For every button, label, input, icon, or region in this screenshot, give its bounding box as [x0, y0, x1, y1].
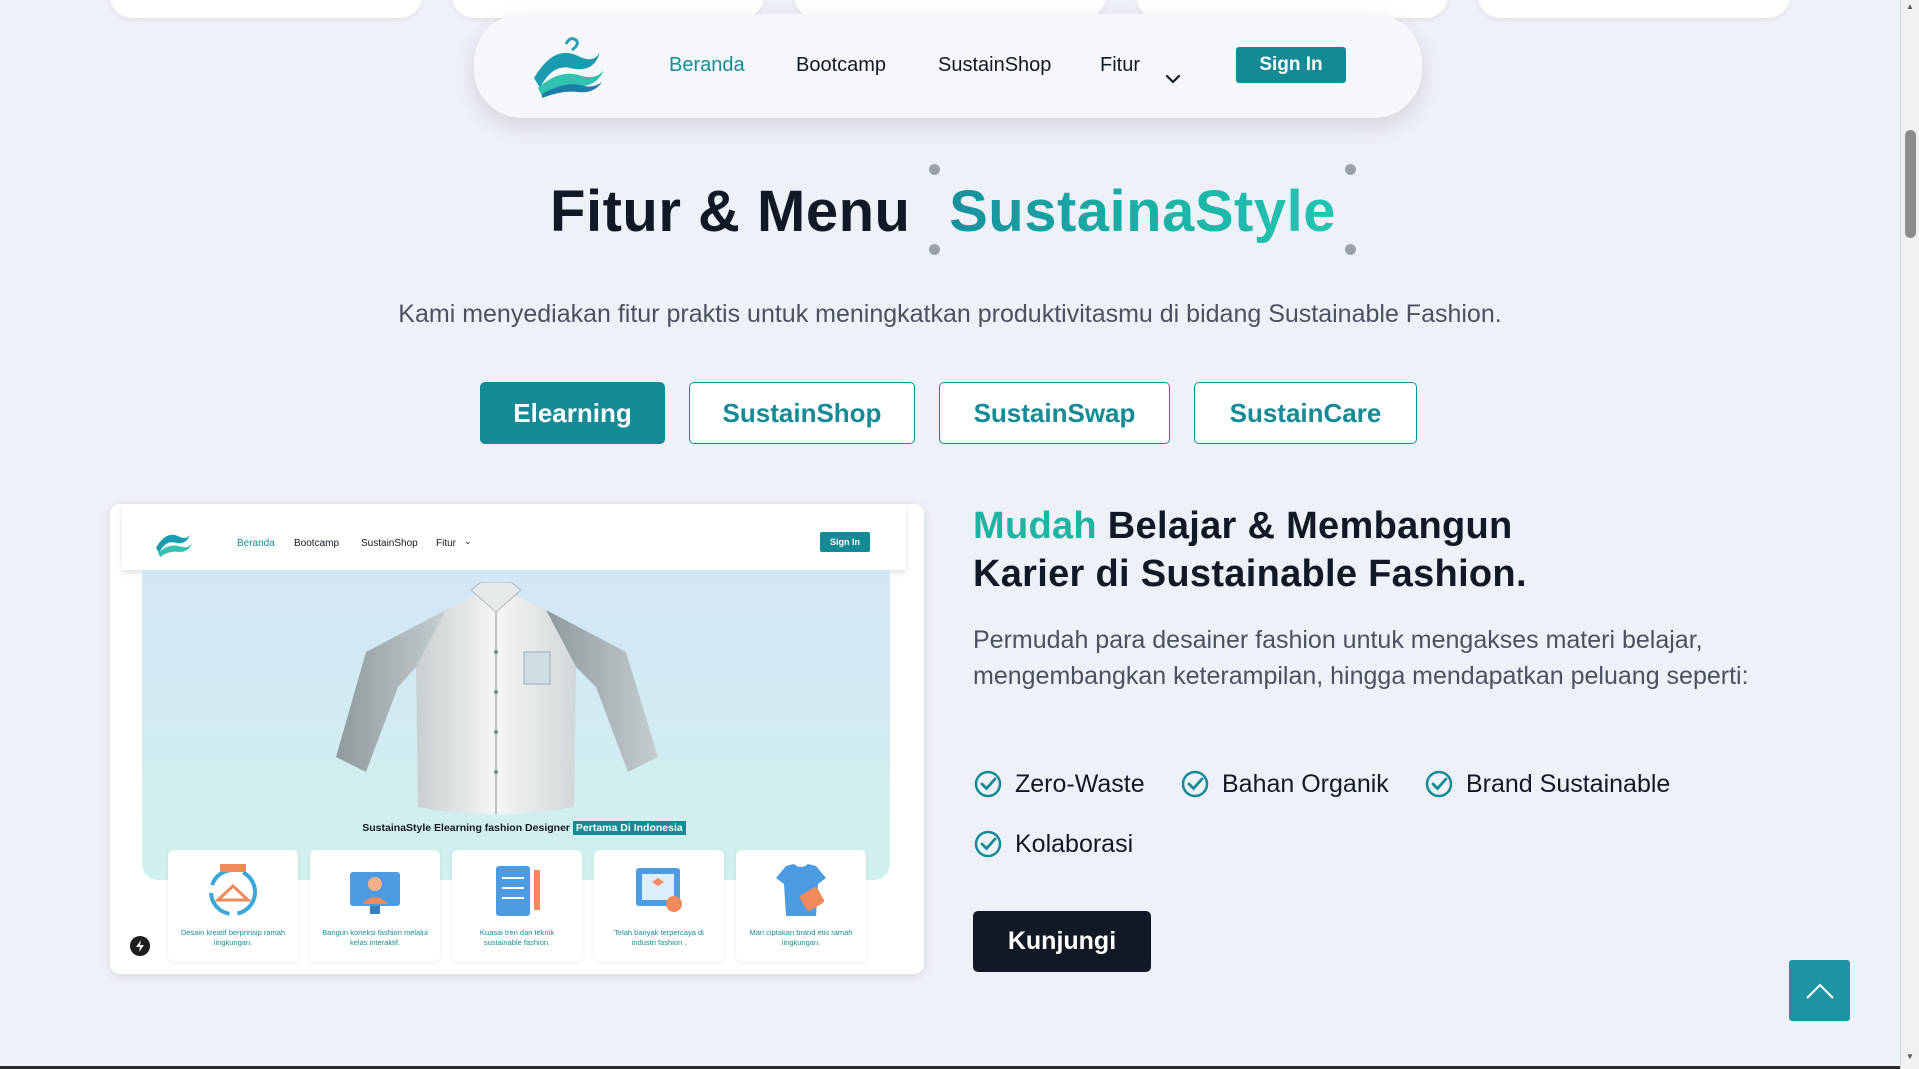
preview-card-text: Bangun koneksi fashion melalui kelas int… — [322, 928, 428, 947]
preview-card-text: Telah banyak terpercaya di industri fash… — [614, 928, 704, 947]
check-item: Bahan Organik — [1180, 769, 1389, 799]
title-accent-text: SustainaStyle — [949, 179, 1336, 244]
preview-caption-highlight: Pertama Di Indonesia — [572, 821, 686, 835]
preview-nav-beranda: Beranda — [237, 538, 275, 549]
title-accent: SustainaStyle — [929, 164, 1356, 255]
shirt-illustration — [336, 582, 658, 815]
selection-handle — [929, 164, 941, 175]
hanger-logo-icon — [155, 534, 193, 557]
preview-card: Mari ciptakan brand etis ramah lingkunga… — [736, 850, 866, 962]
check-item-label: Bahan Organik — [1222, 769, 1389, 798]
check-item: Brand Sustainable — [1424, 769, 1670, 799]
scrollbar-thumb[interactable] — [1905, 130, 1916, 238]
tab-sustaincare[interactable]: SustainCare — [1194, 382, 1417, 444]
selection-handle — [1344, 164, 1356, 175]
scroll-down-arrow-icon[interactable]: ▼ — [1906, 1052, 1914, 1061]
navbar: Beranda Bootcamp SustainShop Fitur Sign … — [474, 14, 1422, 118]
section-subtitle: Kami menyediakan fitur praktis untuk men… — [398, 300, 1502, 328]
check-circle-icon — [974, 770, 1002, 798]
preview-caption: SustainaStyle Elearning fashion Designer… — [110, 821, 924, 835]
preview-navbar: Beranda Bootcamp SustainShop Fitur ⌄ Sig… — [122, 504, 906, 570]
preview-signin: Sign In — [820, 532, 870, 552]
preview-nav-sustainshop: SustainShop — [361, 538, 418, 549]
check-item: Kolaborasi — [973, 829, 1133, 859]
tab-sustainshop[interactable]: SustainShop — [689, 382, 915, 444]
preview-card: Kuasai tren dan teknik sustainable fashi… — [452, 850, 582, 962]
check-item: Zero-Waste — [973, 769, 1145, 799]
feature-title: Mudah Belajar & Membangun Karier di Sust… — [973, 502, 1527, 598]
nav-item-bootcamp[interactable]: Bootcamp — [796, 54, 886, 77]
scroll-to-top-button[interactable] — [1789, 960, 1850, 1021]
feature-description: Permudah para desainer fashion untuk men… — [973, 626, 1749, 690]
feature-title-line1: Belajar & Membangun — [1096, 505, 1513, 547]
nav-item-sustainshop[interactable]: SustainShop — [938, 54, 1051, 77]
preview-card-text: Mari ciptakan brand etis ramah lingkunga… — [749, 928, 853, 947]
recycle-hanger-icon — [209, 864, 257, 916]
preview-nav-fitur: Fitur — [436, 538, 456, 549]
preview-card: Telah banyak terpercaya di industri fash… — [594, 850, 724, 962]
bolt-icon — [130, 936, 150, 956]
nav-item-fitur[interactable]: Fitur — [1100, 54, 1140, 77]
certificate-icon — [636, 868, 682, 912]
check-circle-icon — [1181, 770, 1209, 798]
feature-title-line2: Karier di Sustainable Fashion. — [973, 553, 1527, 595]
notebook-pencil-icon — [496, 866, 540, 916]
online-class-icon — [350, 872, 400, 914]
scrollbar[interactable]: ▲ ▼ — [1900, 0, 1919, 1069]
top-card — [110, 0, 422, 18]
preview-nav-bootcamp: Bootcamp — [294, 538, 340, 549]
title-dark: Fitur & Menu — [550, 179, 911, 244]
kunjungi-button[interactable]: Kunjungi — [973, 911, 1151, 972]
chevron-up-icon — [1805, 983, 1834, 999]
preview-card-text: Desain kreatif berprinsip ramah lingkung… — [180, 928, 286, 947]
tab-elearning[interactable]: Elearning — [480, 382, 665, 444]
nav-item-beranda[interactable]: Beranda — [669, 54, 745, 77]
selection-handle — [929, 244, 941, 255]
sign-in-button[interactable]: Sign In — [1236, 47, 1346, 83]
preview-card: Desain kreatif berprinsip ramah lingkung… — [168, 850, 298, 962]
preview-card-text: Kuasai tren dan teknik sustainable fashi… — [479, 928, 555, 947]
scroll-up-arrow-icon[interactable]: ▲ — [1906, 2, 1914, 11]
chevron-down-icon: ⌄ — [464, 536, 472, 546]
selection-handle — [1344, 244, 1356, 255]
tshirt-tag-icon — [776, 864, 826, 916]
check-item-label: Brand Sustainable — [1466, 769, 1671, 798]
check-circle-icon — [974, 830, 1002, 858]
tab-sustainswap[interactable]: SustainSwap — [939, 382, 1170, 444]
hanger-logo-icon[interactable] — [528, 32, 610, 98]
chevron-down-icon[interactable] — [1164, 72, 1182, 86]
preview-caption-text: SustainaStyle Elearning fashion Designer — [362, 822, 570, 834]
check-item-label: Zero-Waste — [1015, 769, 1145, 798]
preview-card: Bangun koneksi fashion melalui kelas int… — [310, 850, 440, 962]
check-item-label: Kolaborasi — [1015, 829, 1134, 858]
check-circle-icon — [1425, 770, 1453, 798]
feature-title-accent: Mudah — [973, 505, 1097, 547]
section-title: Fitur & Menu SustainaStyle — [0, 164, 1900, 255]
elearning-preview-image: Beranda Bootcamp SustainShop Fitur ⌄ Sig… — [110, 504, 924, 974]
top-card — [1478, 0, 1790, 18]
